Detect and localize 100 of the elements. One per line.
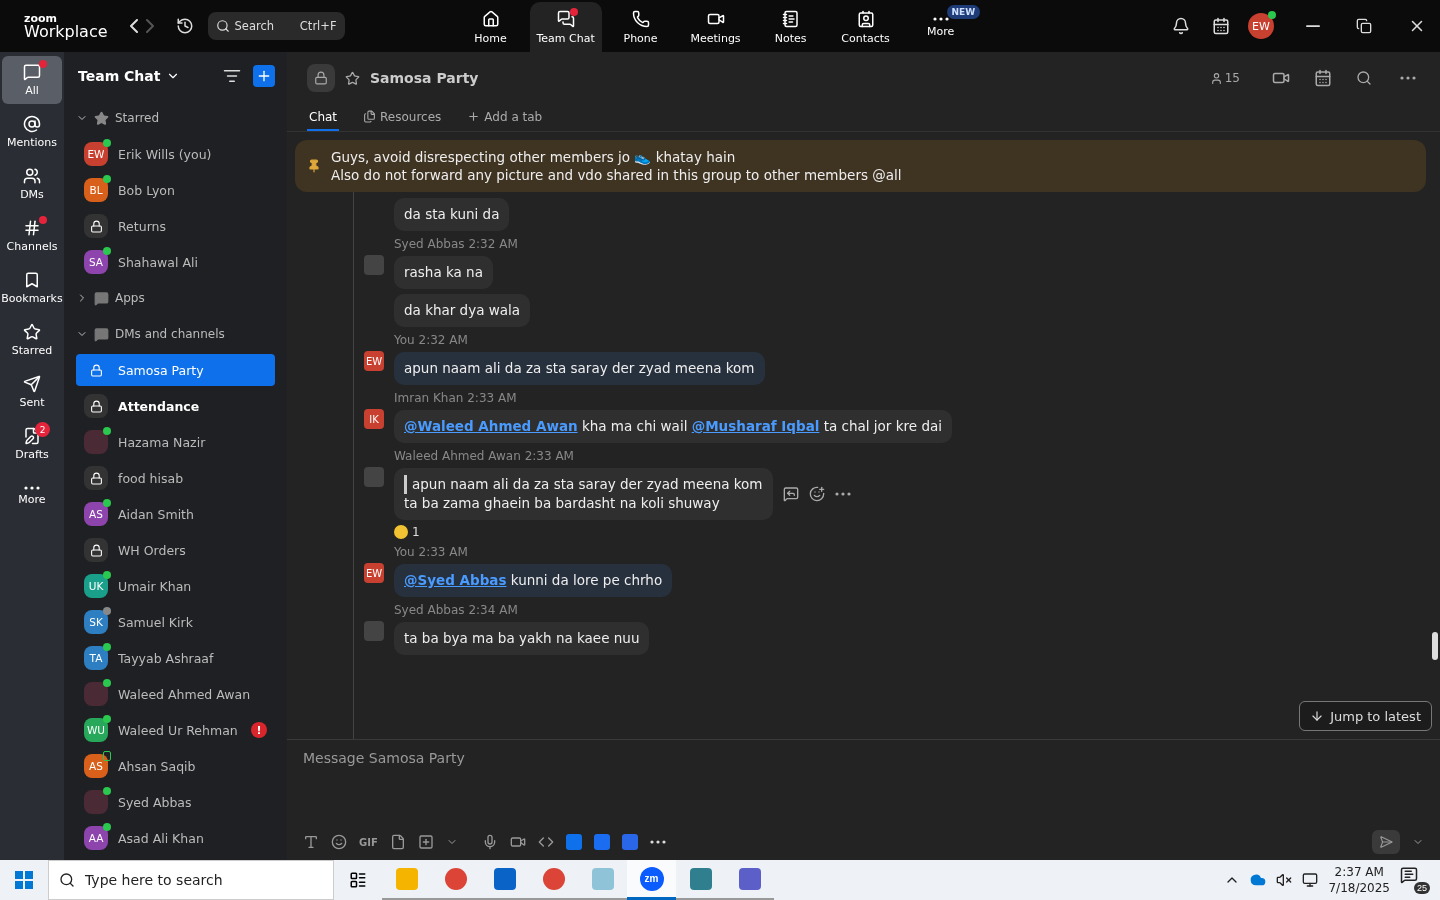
- nav-tab[interactable]: Meetings: [679, 2, 752, 52]
- nav-tab[interactable]: Phone: [604, 2, 677, 52]
- quoted-text: apun naam ali da za sta saray der zyad meena kom: [404, 475, 763, 494]
- rail-item[interactable]: DMs: [2, 160, 62, 208]
- folder-icon: [395, 868, 418, 890]
- conversation-item[interactable]: SK Samuel Kirk: [76, 606, 275, 638]
- dots-icon[interactable]: [649, 840, 666, 844]
- avatar: UK: [84, 574, 108, 598]
- conversation-item[interactable]: Attendance: [76, 390, 275, 422]
- count-badge: 2: [35, 422, 50, 437]
- emoji-icon: [394, 525, 408, 539]
- nav-tab[interactable]: Notes: [754, 2, 827, 52]
- rail-item[interactable]: More: [2, 472, 62, 520]
- person-icon: [1209, 71, 1223, 85]
- dots-icon: [932, 16, 949, 21]
- conversation-item[interactable]: Returns: [76, 210, 275, 242]
- at-sign-icon: [23, 115, 41, 133]
- star-icon: [94, 110, 109, 126]
- notifications-button[interactable]: 25: [1400, 866, 1430, 894]
- task-view-icon: [349, 871, 367, 889]
- reply-icon[interactable]: [782, 486, 799, 502]
- dots-icon[interactable]: [834, 492, 851, 496]
- notification-icon: [1400, 866, 1418, 884]
- new-chat-button[interactable]: [253, 65, 275, 87]
- section-header[interactable]: Starred: [76, 100, 275, 136]
- nav-tab[interactable]: Home: [454, 2, 527, 52]
- conversation-item[interactable]: AA Asad Ali Khan: [76, 822, 275, 854]
- search-field[interactable]: Search Ctrl+F: [207, 12, 345, 40]
- conversation-item[interactable]: SA Shahawal Ali: [76, 246, 275, 278]
- file-icon[interactable]: [389, 834, 406, 850]
- conversation-item[interactable]: WU Waleed Ur Rehman !: [76, 714, 275, 746]
- mail-icon: [493, 868, 516, 890]
- user-avatar[interactable]: EW: [1248, 13, 1274, 39]
- app-icon[interactable]: [593, 834, 610, 850]
- emoji-icon[interactable]: [331, 834, 347, 850]
- video-icon[interactable]: [509, 834, 526, 850]
- avatar: SA: [84, 250, 108, 274]
- taskbar-app[interactable]: zm: [627, 860, 676, 900]
- dots-icon: [24, 486, 40, 490]
- code-icon[interactable]: [537, 834, 554, 850]
- rail-item[interactable]: Channels: [2, 212, 62, 260]
- chat-tab[interactable]: Add a tab: [465, 104, 545, 131]
- conversation-item[interactable]: Samosa Party: [76, 354, 275, 386]
- chat-tab[interactable]: Resources: [361, 104, 444, 131]
- jump-to-latest-button[interactable]: Jump to latest: [1299, 701, 1432, 731]
- chat-tab[interactable]: Chat: [307, 104, 340, 131]
- nav-tab[interactable]: Team Chat: [529, 2, 602, 52]
- conversation-item[interactable]: EW Erik Wills (you): [76, 138, 275, 170]
- taskbar-search-field[interactable]: Type here to search: [48, 860, 334, 900]
- section-header[interactable]: Apps: [76, 280, 275, 316]
- conversation-item[interactable]: UK Umair Khan: [76, 570, 275, 602]
- chevron-right-icon: [145, 19, 154, 33]
- chat-bubbles-icon: [556, 9, 575, 28]
- cloud-icon[interactable]: [1250, 872, 1267, 888]
- members-button[interactable]: 15: [1203, 70, 1246, 86]
- conversation-item[interactable]: food hisab: [76, 462, 275, 494]
- send-button[interactable]: [1372, 830, 1400, 854]
- conversation-item[interactable]: Hazama Nazir: [76, 426, 275, 458]
- mention-link[interactable]: @Syed Abbas: [404, 572, 507, 588]
- rail-item[interactable]: Bookmarks: [2, 264, 62, 312]
- app-icon[interactable]: [621, 834, 638, 850]
- clock[interactable]: 2:37 AM 7/18/2025: [1328, 864, 1390, 896]
- chevron-left-icon: [129, 19, 138, 33]
- network-icon[interactable]: [1302, 872, 1319, 888]
- paper-plane-icon: [23, 375, 41, 393]
- search-placeholder: Search: [234, 19, 275, 33]
- team-chat-menu[interactable]: Team Chat: [78, 68, 181, 84]
- conversation-item[interactable]: Waleed Ahmed Awan: [76, 678, 275, 710]
- avatar: WU: [84, 718, 108, 742]
- reaction-chip[interactable]: 1: [394, 525, 420, 539]
- gif-button[interactable]: GIF: [359, 836, 378, 848]
- message-bubble: ta ba bya ma ba yakh na kaee nuu: [394, 622, 650, 655]
- message-meta: You 2:33 AM: [394, 545, 468, 559]
- message-input[interactable]: Message Samosa Party: [303, 748, 1424, 768]
- muted-speaker-icon[interactable]: [1276, 872, 1293, 888]
- conversation-item[interactable]: Syed Abbas: [76, 786, 275, 818]
- count-badge: 25: [1414, 882, 1430, 894]
- rail-item[interactable]: Drafts 2: [2, 420, 62, 468]
- text-format-icon[interactable]: [303, 834, 319, 850]
- screenshot-icon[interactable]: [417, 834, 434, 850]
- avatar: AA: [84, 826, 108, 850]
- conversation-item[interactable]: AS Ahsan Saqib: [76, 750, 275, 782]
- rail-item[interactable]: Starred: [2, 316, 62, 364]
- message-meta: Syed Abbas 2:32 AM: [394, 237, 518, 251]
- conversation-item[interactable]: AS Aidan Smith: [76, 498, 275, 530]
- rail-item[interactable]: Sent: [2, 368, 62, 416]
- scrollbar-thumb: [1432, 632, 1438, 660]
- add-reaction-icon[interactable]: [808, 486, 825, 502]
- conversation-item[interactable]: BL Bob Lyon: [76, 174, 275, 206]
- mention-link[interactable]: @Waleed Ahmed Awan: [404, 418, 578, 434]
- section-header[interactable]: DMs and channels: [76, 316, 275, 352]
- conversation-item[interactable]: TA Tayyab Ashraaf: [76, 642, 275, 674]
- mention-link[interactable]: @Musharaf Iqbal: [691, 418, 820, 434]
- star-icon[interactable]: [345, 70, 360, 86]
- rail-item[interactable]: Mentions: [2, 108, 62, 156]
- app-icon[interactable]: [565, 834, 582, 850]
- star-icon: [23, 323, 41, 341]
- nav-tab[interactable]: Contacts: [829, 2, 902, 52]
- rail-item[interactable]: All: [2, 56, 62, 104]
- conversation-item[interactable]: WH Orders: [76, 534, 275, 566]
